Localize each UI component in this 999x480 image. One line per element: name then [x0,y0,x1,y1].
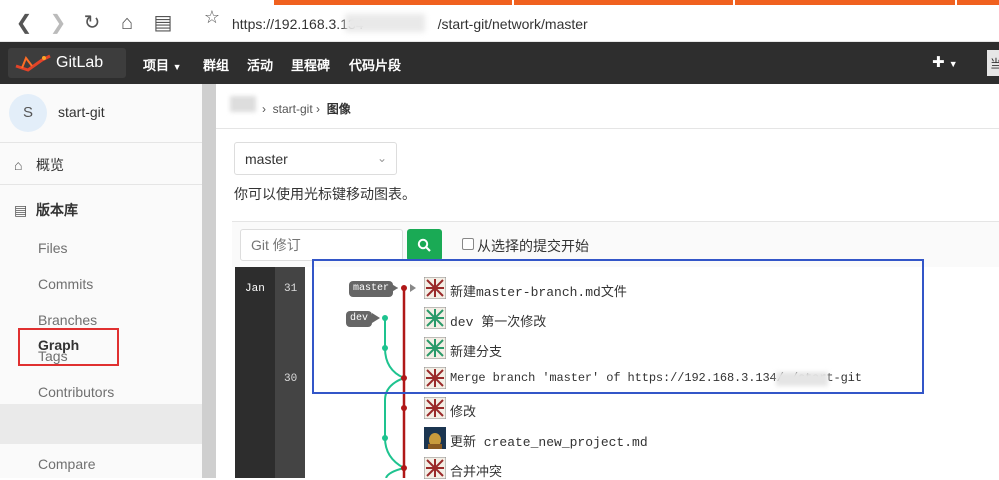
commit-message[interactable]: 合并冲突 [450,461,502,480]
commit-graph-lines [382,284,416,478]
commit-dot [401,405,407,411]
commit-message[interactable]: 更新 create_new_project.md [450,431,648,450]
avatar[interactable] [424,427,446,449]
avatar[interactable] [424,457,446,479]
commit-dot [382,435,388,441]
commits-highlight-box [312,259,924,394]
commit-dot [401,465,407,471]
avatar[interactable] [424,397,446,419]
commit-message[interactable]: 修改 [450,401,476,420]
